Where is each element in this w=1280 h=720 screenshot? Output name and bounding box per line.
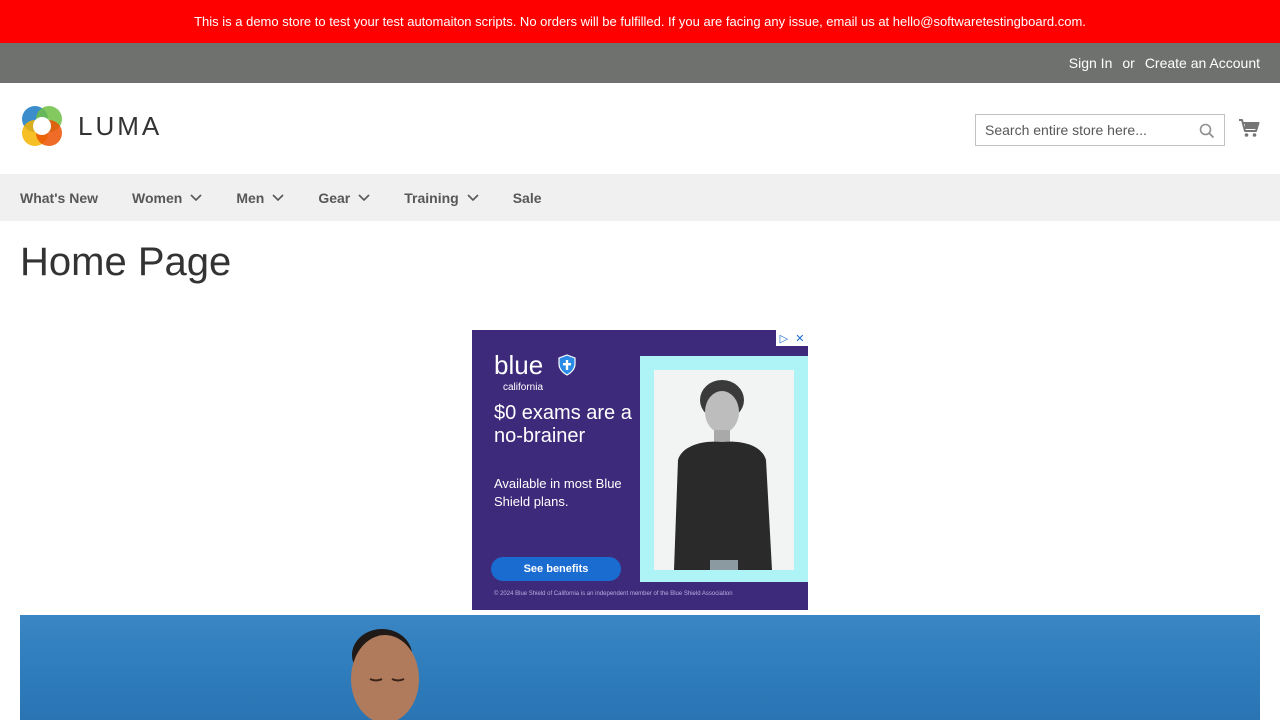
- search-icon[interactable]: [1199, 123, 1215, 144]
- ad-brand: blue: [494, 350, 544, 380]
- search-input[interactable]: [976, 115, 1224, 145]
- demo-store-banner: This is a demo store to test your test a…: [0, 0, 1280, 43]
- ad-photo: [654, 370, 794, 570]
- nav-item-label: Women: [132, 189, 183, 206]
- ad-brand-logo: blue california: [494, 350, 544, 393]
- hero-banner[interactable]: [20, 615, 1260, 720]
- nav-item-label: Sale: [512, 189, 542, 206]
- ad-choices[interactable]: ▷ ✕: [776, 330, 808, 346]
- nav-item-label: What's New: [20, 189, 99, 206]
- chevron-down-icon: [190, 193, 202, 201]
- nav-item-label: Training: [404, 189, 459, 206]
- nav-item-gear[interactable]: Gear: [318, 190, 370, 206]
- see-benefits-button[interactable]: See benefits: [491, 557, 621, 581]
- chevron-down-icon: [467, 193, 479, 201]
- luma-logo-icon: [22, 106, 62, 146]
- main-navigation: What's New Women Men Gear Training Sale: [0, 174, 1280, 221]
- hero-model-image: [351, 629, 419, 720]
- search-box: [975, 114, 1225, 146]
- or-separator: or: [1122, 55, 1135, 71]
- nav-item-women[interactable]: Women: [132, 190, 202, 206]
- demo-banner-text: This is a demo store to test your test a…: [194, 14, 1086, 29]
- site-header: LUMA: [0, 83, 1280, 174]
- create-account-link[interactable]: Create an Account: [1145, 55, 1260, 71]
- chevron-down-icon: [272, 193, 284, 201]
- nav-item-label: Men: [236, 189, 265, 206]
- sign-in-link[interactable]: Sign In: [1069, 55, 1113, 71]
- ad-footer: © 2024 Blue Shield of California is an i…: [494, 591, 733, 597]
- shopping-cart-icon[interactable]: [1238, 118, 1260, 143]
- ad-subtext: Available in most Blue Shield plans.: [494, 476, 622, 509]
- page-title: Home Page: [20, 240, 232, 284]
- ad-info-icon[interactable]: ▷: [780, 332, 788, 345]
- close-icon[interactable]: ✕: [795, 332, 804, 345]
- store-logo[interactable]: LUMA: [20, 104, 162, 148]
- advertisement[interactable]: blue california $0 exams are a no-braine…: [472, 330, 808, 610]
- shield-icon: [558, 354, 576, 376]
- top-panel: Sign In or Create an Account: [0, 43, 1280, 83]
- nav-item-sale[interactable]: Sale: [513, 190, 542, 206]
- ad-headline: $0 exams are a no-brainer: [494, 402, 632, 447]
- nav-item-training[interactable]: Training: [404, 189, 479, 206]
- ad-brand-sub: california: [503, 382, 544, 393]
- chevron-down-icon: [358, 193, 370, 201]
- logo-text: LUMA: [78, 110, 163, 141]
- nav-item-whats-new[interactable]: What's New: [20, 190, 98, 206]
- nav-item-men[interactable]: Men: [236, 190, 284, 206]
- nav-item-label: Gear: [318, 189, 351, 206]
